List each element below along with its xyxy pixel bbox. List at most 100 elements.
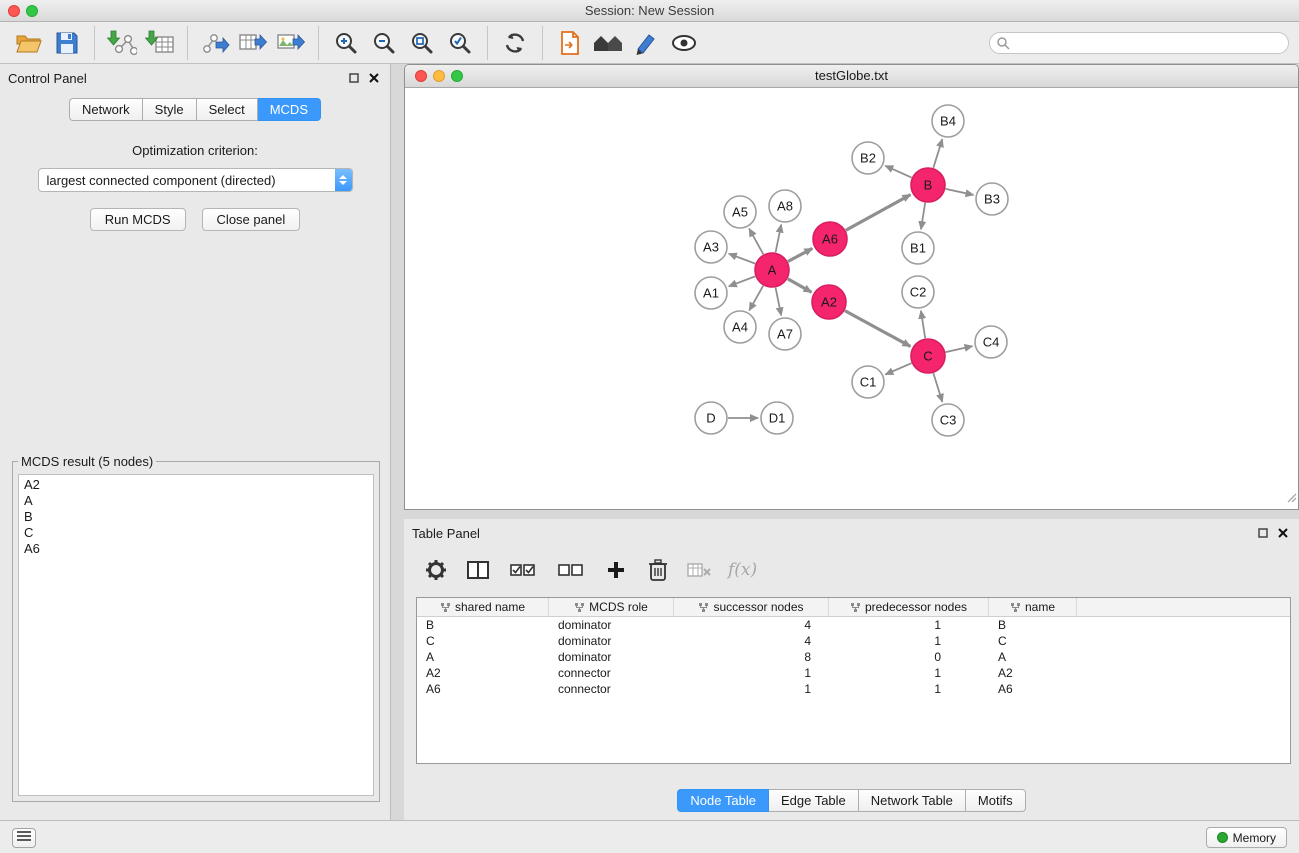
column-header-predecessor-nodes[interactable]: predecessor nodes xyxy=(829,598,989,616)
edge-C-C2[interactable] xyxy=(921,311,925,338)
edge-A-A2[interactable] xyxy=(788,279,812,292)
edge-A-A5[interactable] xyxy=(749,229,763,255)
task-history-button[interactable] xyxy=(12,828,36,848)
zoom-selected-icon[interactable] xyxy=(441,25,479,61)
table-tab-motifs[interactable]: Motifs xyxy=(966,789,1026,812)
open-session-icon[interactable] xyxy=(10,25,48,61)
table-row[interactable]: A2connector11A2 xyxy=(417,665,1290,681)
table-row[interactable]: Cdominator41C xyxy=(417,633,1290,649)
node-A4[interactable]: A4 xyxy=(724,311,756,343)
delete-column-icon[interactable] xyxy=(644,556,672,584)
close-window-button[interactable] xyxy=(8,5,20,17)
node-C[interactable]: C xyxy=(911,339,945,373)
zoom-fit-icon[interactable] xyxy=(403,25,441,61)
edge-B-B1[interactable] xyxy=(921,203,925,229)
edge-C-C3[interactable] xyxy=(933,373,942,402)
import-network-icon[interactable] xyxy=(103,25,141,61)
edge-A-A4[interactable] xyxy=(749,286,763,311)
zoom-network-window-button[interactable] xyxy=(451,70,463,82)
table-row[interactable]: A6connector11A6 xyxy=(417,681,1290,697)
float-panel-icon[interactable] xyxy=(346,70,362,86)
table-row[interactable]: Bdominator41B xyxy=(417,617,1290,633)
select-all-icon[interactable] xyxy=(506,556,540,584)
node-A5[interactable]: A5 xyxy=(724,196,756,228)
table-settings-gear-icon[interactable] xyxy=(422,556,450,584)
table-tab-network-table[interactable]: Network Table xyxy=(859,789,966,812)
search-input[interactable] xyxy=(989,32,1289,54)
node-B4[interactable]: B4 xyxy=(932,105,964,137)
edge-C-C4[interactable] xyxy=(946,346,973,352)
refresh-icon[interactable] xyxy=(496,25,534,61)
zoom-out-icon[interactable] xyxy=(365,25,403,61)
network-canvas[interactable]: B4B2BB3A8A5A6A3B1AA1C2A2A4A7C4CC1DD1C3 xyxy=(405,88,1298,509)
show-column-icon[interactable] xyxy=(464,556,492,584)
column-header-shared-name[interactable]: shared name xyxy=(417,598,549,616)
add-column-icon[interactable] xyxy=(602,556,630,584)
edge-A-A1[interactable] xyxy=(729,276,755,286)
tab-network[interactable]: Network xyxy=(69,98,143,121)
node-B3[interactable]: B3 xyxy=(976,183,1008,215)
node-C1[interactable]: C1 xyxy=(852,366,884,398)
window-resize-handle[interactable] xyxy=(1285,490,1297,508)
edge-A-A7[interactable] xyxy=(776,288,782,316)
result-item[interactable]: A2 xyxy=(24,477,368,493)
result-item[interactable]: C xyxy=(24,525,368,541)
edge-B-B3[interactable] xyxy=(946,189,974,195)
show-hide-icon[interactable] xyxy=(665,25,703,61)
column-header-MCDS-role[interactable]: MCDS role xyxy=(549,598,674,616)
import-table-icon[interactable] xyxy=(141,25,179,61)
zoom-window-button[interactable] xyxy=(26,5,38,17)
node-A7[interactable]: A7 xyxy=(769,318,801,350)
edge-C-C1[interactable] xyxy=(885,363,911,374)
run-mcds-button[interactable]: Run MCDS xyxy=(90,208,186,231)
node-A6[interactable]: A6 xyxy=(813,222,847,256)
edge-B-B2[interactable] xyxy=(885,166,911,178)
edge-A-A8[interactable] xyxy=(776,225,782,253)
node-A1[interactable]: A1 xyxy=(695,277,727,309)
zoom-in-icon[interactable] xyxy=(327,25,365,61)
node-D1[interactable]: D1 xyxy=(761,402,793,434)
minimize-network-window-button[interactable] xyxy=(433,70,445,82)
export-network-icon[interactable] xyxy=(196,25,234,61)
annotation-icon[interactable] xyxy=(627,25,665,61)
network-overview-icon[interactable] xyxy=(589,25,627,61)
deselect-all-icon[interactable] xyxy=(554,556,588,584)
node-B[interactable]: B xyxy=(911,168,945,202)
result-item[interactable]: B xyxy=(24,509,368,525)
node-C3[interactable]: C3 xyxy=(932,404,964,436)
result-item[interactable]: A6 xyxy=(24,541,368,557)
node-C2[interactable]: C2 xyxy=(902,276,934,308)
edge-A6-B[interactable] xyxy=(846,195,911,231)
edge-B-B4[interactable] xyxy=(933,139,942,168)
export-table-icon[interactable] xyxy=(234,25,272,61)
edge-A-A3[interactable] xyxy=(729,254,755,264)
node-B1[interactable]: B1 xyxy=(902,232,934,264)
node-A8[interactable]: A8 xyxy=(769,190,801,222)
tab-style[interactable]: Style xyxy=(143,98,197,121)
result-item[interactable]: A xyxy=(24,493,368,509)
edge-A2-C[interactable] xyxy=(845,311,911,347)
close-panel-icon[interactable] xyxy=(366,70,382,86)
close-table-panel-icon[interactable] xyxy=(1275,525,1291,541)
node-C4[interactable]: C4 xyxy=(975,326,1007,358)
tab-mcds[interactable]: MCDS xyxy=(258,98,321,121)
node-B2[interactable]: B2 xyxy=(852,142,884,174)
column-header-name[interactable]: name xyxy=(989,598,1077,616)
save-session-icon[interactable] xyxy=(48,25,86,61)
edge-A-A6[interactable] xyxy=(788,248,812,261)
float-table-panel-icon[interactable] xyxy=(1255,525,1271,541)
open-document-icon[interactable] xyxy=(551,25,589,61)
node-A[interactable]: A xyxy=(755,253,789,287)
export-image-icon[interactable] xyxy=(272,25,310,61)
column-header-successor-nodes[interactable]: successor nodes xyxy=(674,598,829,616)
table-row[interactable]: Adominator80A xyxy=(417,649,1290,665)
table-tab-edge-table[interactable]: Edge Table xyxy=(769,789,859,812)
node-A3[interactable]: A3 xyxy=(695,231,727,263)
tab-select[interactable]: Select xyxy=(197,98,258,121)
memory-button[interactable]: Memory xyxy=(1206,827,1287,848)
optimization-criterion-dropdown[interactable]: largest connected component (directed) xyxy=(38,168,353,192)
close-panel-button[interactable]: Close panel xyxy=(202,208,301,231)
table-tab-node-table[interactable]: Node Table xyxy=(677,789,769,812)
close-network-window-button[interactable] xyxy=(415,70,427,82)
node-A2[interactable]: A2 xyxy=(812,285,846,319)
